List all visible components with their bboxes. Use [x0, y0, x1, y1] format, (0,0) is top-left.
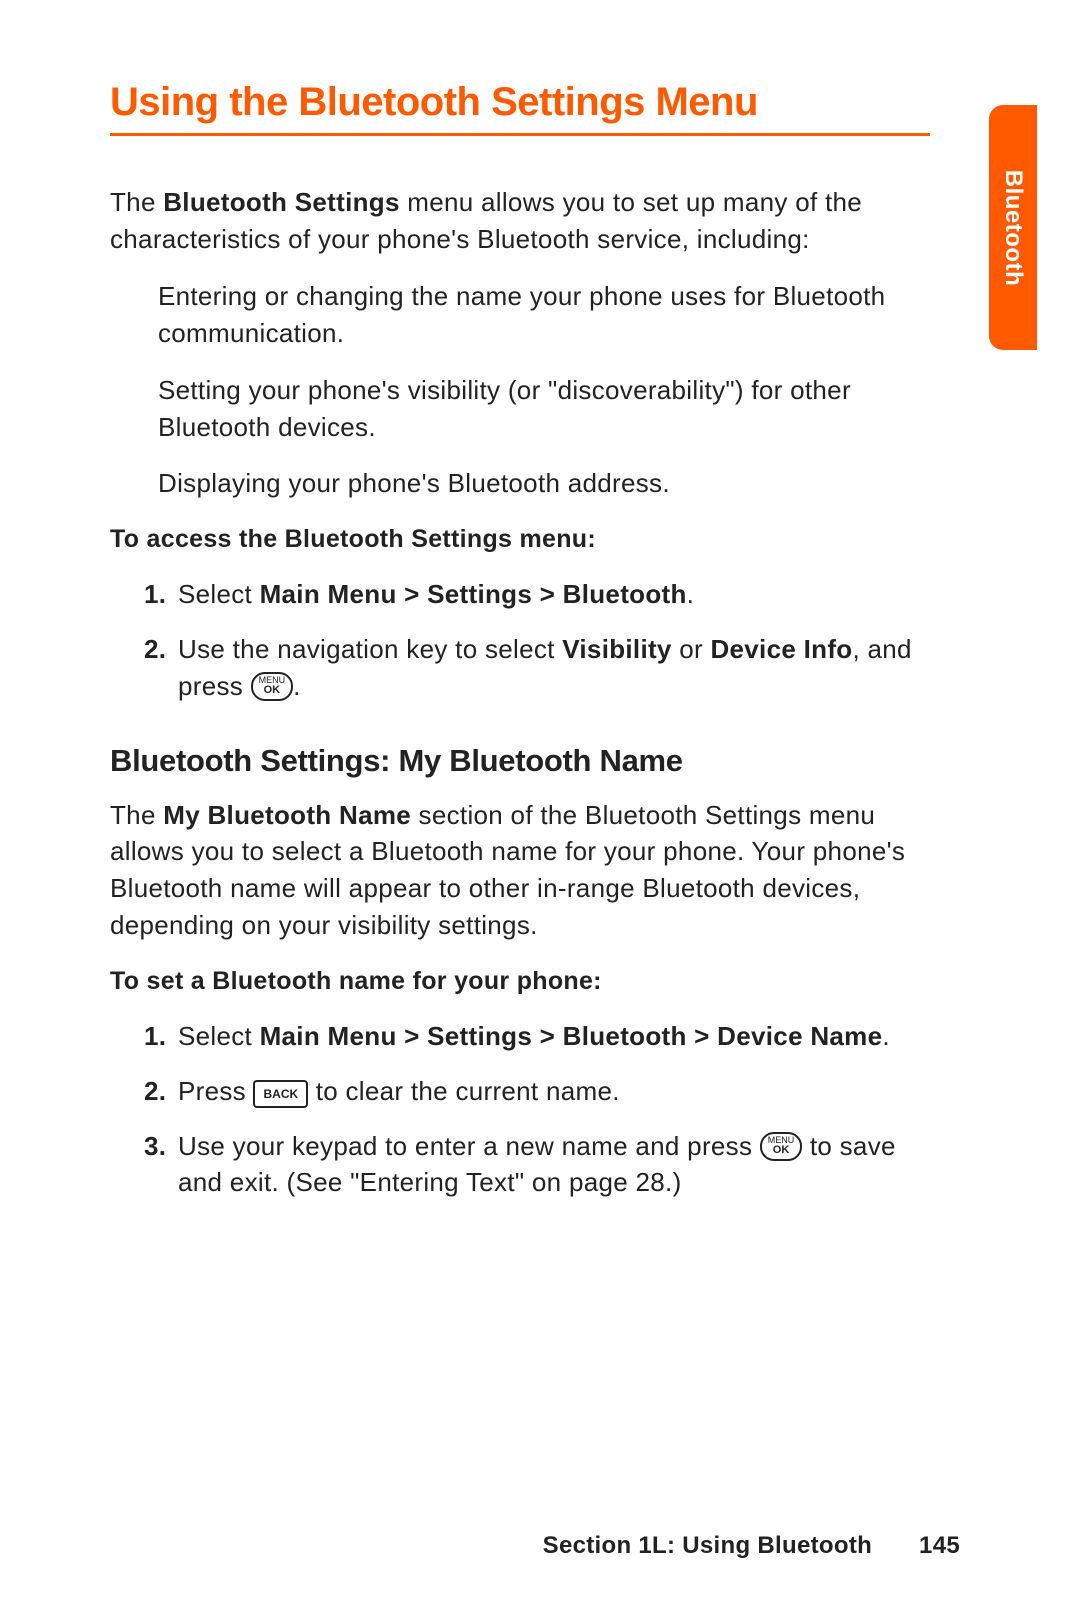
intro-paragraph: The Bluetooth Settings menu allows you t… — [110, 184, 930, 258]
step-item: 1. Select Main Menu > Settings > Bluetoo… — [144, 576, 930, 613]
list-item: Displaying your phone's Bluetooth addres… — [158, 465, 930, 502]
subsection-paragraph: The My Bluetooth Name section of the Blu… — [110, 797, 930, 945]
back-key-icon: BACK — [253, 1080, 308, 1108]
body-content: The Bluetooth Settings menu allows you t… — [110, 184, 930, 1201]
step-item: 1. Select Main Menu > Settings > Bluetoo… — [144, 1018, 930, 1055]
access-steps: 1. Select Main Menu > Settings > Bluetoo… — [110, 576, 930, 705]
step-item: 2. Use the navigation key to select Visi… — [144, 631, 930, 705]
step-item: 2. Press BACK to clear the current name. — [144, 1073, 930, 1110]
page-title: Using the Bluetooth Settings Menu — [110, 80, 980, 125]
set-name-steps: 1. Select Main Menu > Settings > Bluetoo… — [110, 1018, 930, 1202]
page-number: 145 — [919, 1532, 960, 1559]
menu-ok-key-icon: MENUOK — [251, 672, 294, 701]
section-tab: Bluetooth — [989, 105, 1037, 350]
title-rule — [110, 133, 930, 136]
list-item: Entering or changing the name your phone… — [158, 278, 930, 352]
feature-list: Entering or changing the name your phone… — [110, 278, 930, 503]
access-heading: To access the Bluetooth Settings menu: — [110, 522, 930, 558]
section-label: Section 1L: Using Bluetooth — [543, 1532, 872, 1559]
list-item: Setting your phone's visibility (or "dis… — [158, 372, 930, 446]
subsection-heading: Bluetooth Settings: My Bluetooth Name — [110, 739, 930, 783]
menu-ok-key-icon: MENUOK — [760, 1132, 803, 1161]
set-name-heading: To set a Bluetooth name for your phone: — [110, 964, 930, 1000]
step-item: 3. Use your keypad to enter a new name a… — [144, 1128, 930, 1202]
page-footer: Section 1L: Using Bluetooth 145 — [543, 1532, 960, 1560]
page-content: Using the Bluetooth Settings Menu The Bl… — [0, 0, 1080, 1201]
section-tab-label: Bluetooth — [999, 169, 1027, 285]
